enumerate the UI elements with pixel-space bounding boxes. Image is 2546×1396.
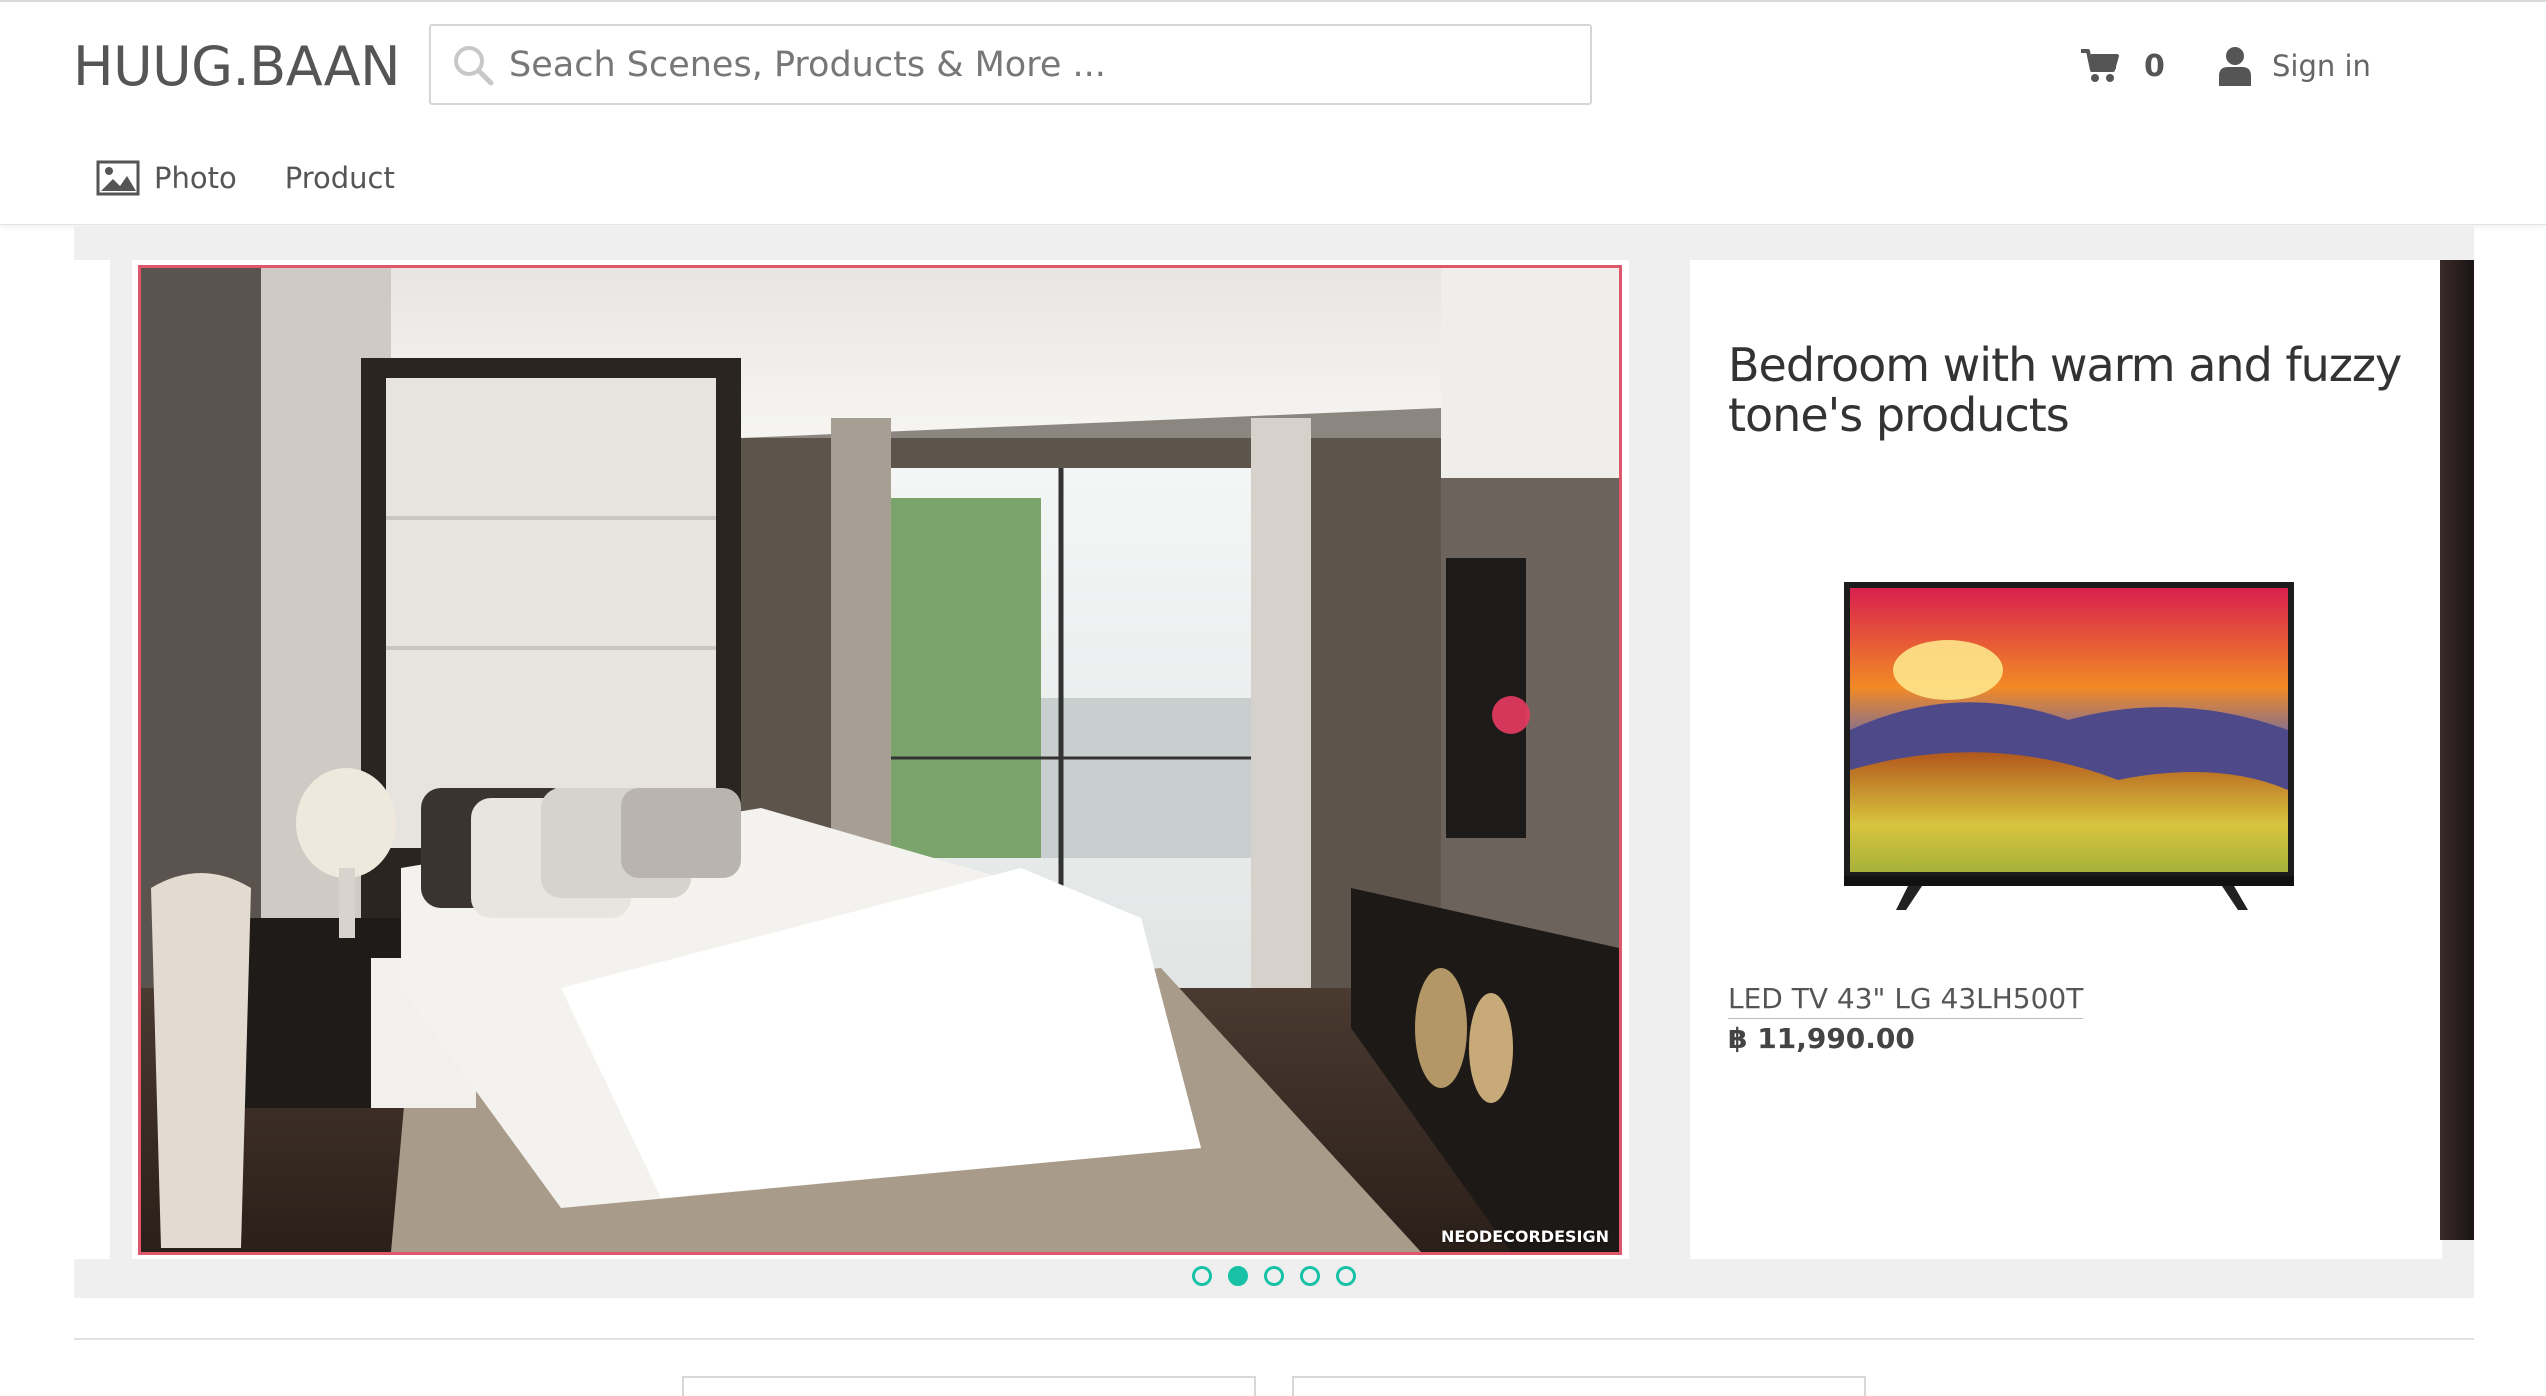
next-slide-peek[interactable] bbox=[2440, 260, 2474, 1240]
carousel-dot[interactable] bbox=[1336, 1266, 1356, 1286]
content-card[interactable] bbox=[682, 1376, 1256, 1396]
cart-button[interactable]: 0 bbox=[2080, 40, 2165, 92]
search-icon bbox=[454, 45, 494, 85]
previous-slide-peek[interactable] bbox=[74, 260, 110, 1259]
tv-product-image[interactable] bbox=[1838, 580, 2298, 910]
carousel-dot-active[interactable] bbox=[1228, 1266, 1248, 1286]
section-divider bbox=[74, 1338, 2474, 1340]
nav-photo-label: Photo bbox=[154, 161, 237, 195]
product-hotspot[interactable] bbox=[1492, 696, 1530, 734]
scene-photo[interactable]: NEODECORDESIGN bbox=[138, 265, 1622, 1255]
user-icon bbox=[2219, 47, 2251, 86]
brand-logo[interactable]: HUUG.BAAN bbox=[73, 32, 401, 102]
carousel-dot[interactable] bbox=[1300, 1266, 1320, 1286]
site-header: HUUG.BAAN 0 Sign in Phot bbox=[0, 0, 2546, 225]
content-card[interactable] bbox=[1292, 1376, 1866, 1396]
search-input[interactable] bbox=[509, 44, 1559, 85]
image-icon bbox=[96, 160, 140, 196]
nav-product[interactable]: Product bbox=[285, 161, 395, 195]
nav-product-label: Product bbox=[284, 161, 395, 195]
carousel-dot[interactable] bbox=[1192, 1266, 1212, 1286]
cart-count: 0 bbox=[2144, 48, 2165, 84]
carousel-dot[interactable] bbox=[1264, 1266, 1284, 1286]
cart-icon bbox=[2081, 49, 2119, 82]
carousel-dots bbox=[1192, 1266, 1356, 1286]
product-info-card: Bedroom with warm and fuzzy tone's produ… bbox=[1690, 260, 2442, 1259]
sign-in-link[interactable]: Sign in bbox=[2218, 40, 2371, 92]
product-price: ฿ 11,990.00 bbox=[1728, 1022, 1915, 1055]
scene-title: Bedroom with warm and fuzzy tone's produ… bbox=[1728, 338, 2402, 442]
bedroom-illustration bbox=[141, 268, 1619, 1252]
sub-navigation: Photo Product bbox=[96, 152, 395, 204]
photo-watermark: NEODECORDESIGN bbox=[1440, 1227, 1609, 1246]
nav-photo[interactable]: Photo bbox=[96, 160, 237, 196]
sign-in-label: Sign in bbox=[2272, 49, 2371, 83]
product-name-link[interactable]: LED TV 43" LG 43LH500T bbox=[1728, 982, 2084, 1019]
search-box[interactable] bbox=[429, 24, 1592, 105]
